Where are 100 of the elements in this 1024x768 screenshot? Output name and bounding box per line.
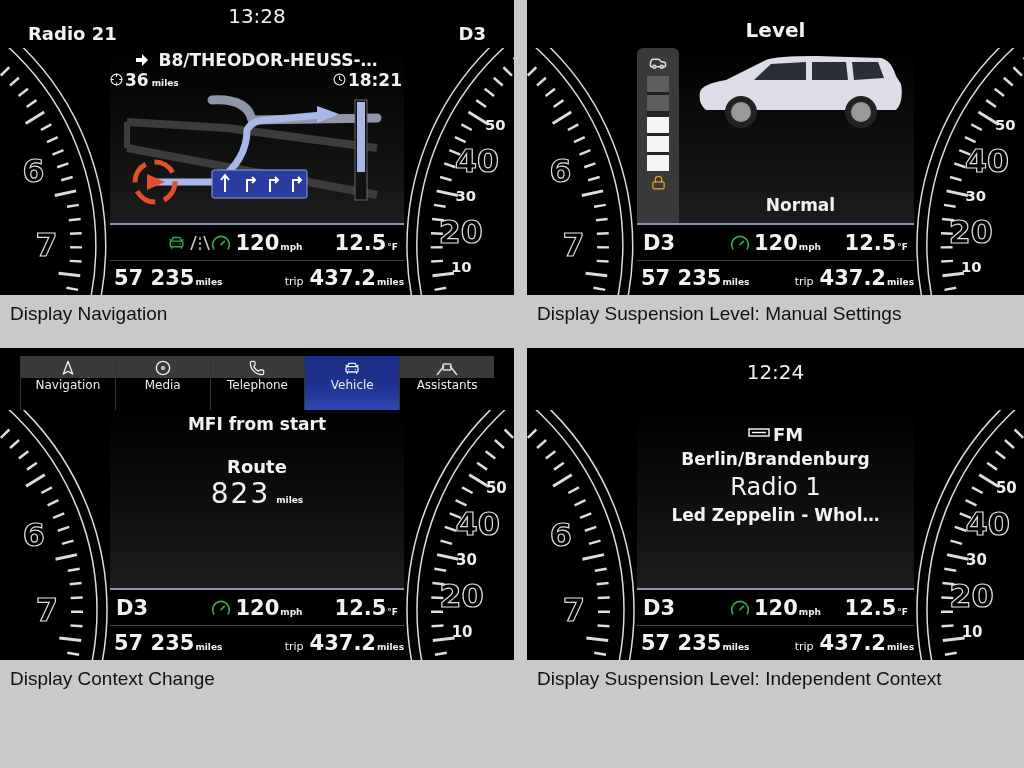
speedometer-number: 30 [965, 187, 987, 205]
radio-source: FM [772, 424, 804, 445]
temperature-unit: °F [897, 606, 908, 617]
odometer-value: 57 235 [641, 631, 722, 655]
car-icon [344, 360, 361, 376]
lock-icon [650, 175, 666, 190]
speed-value: 120 [753, 230, 798, 255]
trip-unit: miles [377, 642, 404, 652]
gear-indicator: D3 [458, 23, 486, 46]
tachometer-number: 7 [562, 591, 586, 629]
speed-value: 120 [753, 595, 798, 620]
speedometer-number: 40 [455, 505, 501, 543]
destination-icon [110, 73, 123, 86]
speed-unit: mph [798, 241, 822, 252]
speedometer-number: 10 [961, 623, 983, 641]
radio-station: Radio 21 [28, 23, 117, 46]
trip-value: 437.2 [309, 631, 376, 655]
tachometer-number: 6 [549, 153, 572, 190]
speedometer-number: 10 [961, 258, 982, 276]
menu-tab[interactable]: Navigation [20, 356, 115, 410]
route-unit: miles [276, 495, 304, 505]
menu-tab[interactable]: Telephone [209, 356, 305, 410]
menu-tab[interactable]: Media [114, 356, 210, 410]
odometer-value: 57 235 [114, 266, 195, 290]
odometer-value: 57 235 [641, 266, 722, 290]
temperature-value: 12.5 [334, 595, 387, 620]
trip-unit: miles [377, 277, 404, 287]
clock-icon [332, 73, 346, 86]
route-value: 823 [210, 477, 271, 510]
station-name: Radio 1 [730, 473, 821, 501]
arrival-time: 18:21 [347, 70, 402, 90]
track-title: Led Zeppelin - Whol… [671, 505, 880, 525]
tachometer-number: 7 [562, 227, 585, 264]
odometer-unit: miles [195, 277, 223, 287]
speedometer-number: 40 [965, 505, 1011, 543]
tachometer-number: 6 [22, 516, 46, 554]
speedometer-number: 40 [964, 142, 1009, 179]
speedometer-number: 10 [451, 258, 472, 276]
figure-caption: Display Context Change [9, 667, 216, 691]
speedometer-number: 30 [456, 551, 477, 569]
speedometer-number: 20 [949, 577, 994, 615]
trip-unit: miles [887, 642, 914, 652]
speedometer-number: 10 [451, 623, 473, 641]
trip-unit: miles [887, 277, 914, 287]
trip-label: trip [284, 640, 304, 653]
street-name: B8/THEODOR-HEUSS-… [158, 50, 378, 70]
gear-indicator: D3 [643, 595, 677, 620]
odometer-value: 57 235 [114, 631, 195, 655]
speedometer-number: 30 [455, 187, 477, 205]
figure-caption: Display Suspension Level: Manual Settings [536, 302, 903, 326]
trip-value: 437.2 [819, 631, 886, 655]
trip-label: trip [794, 275, 814, 288]
tachometer-number: 6 [22, 153, 45, 190]
temperature-unit: °F [897, 241, 908, 252]
speed-unit: mph [280, 241, 303, 252]
gear-indicator: D3 [643, 230, 677, 255]
temperature-value: 12.5 [334, 230, 387, 255]
speed-unit: mph [798, 606, 822, 617]
speedometer-number: 20 [439, 577, 484, 615]
radio-region: Berlin/Brandenburg [681, 449, 870, 469]
trip-value: 437.2 [309, 266, 376, 290]
turn-arrow-icon [136, 54, 149, 66]
phone-icon [249, 360, 266, 376]
screen-title: MFI from start [187, 414, 327, 434]
clock-time: 13:28 [228, 3, 286, 28]
suspension-mode: Normal [765, 195, 836, 215]
lane-icon [189, 234, 212, 251]
speedometer-number: 50 [994, 116, 1016, 133]
speed-value: 120 [235, 230, 280, 255]
distance-unit: miles [151, 78, 179, 88]
tachometer-number: 7 [35, 227, 58, 264]
odometer-unit: miles [722, 642, 750, 652]
speedometer-number: 50 [485, 479, 507, 497]
route-label: Route [227, 456, 287, 477]
speedometer-number: 40 [454, 142, 499, 179]
gear-indicator: D3 [116, 595, 150, 620]
figure-caption: Display Suspension Level: Independent Context [536, 667, 943, 691]
disc-icon [154, 360, 171, 376]
speedometer-number: 20 [948, 213, 993, 250]
temperature-unit: °F [387, 606, 398, 617]
tachometer-number: 6 [549, 516, 573, 554]
speed-unit: mph [280, 606, 303, 617]
radio-icon [747, 428, 770, 437]
temperature-unit: °F [387, 241, 398, 252]
temperature-value: 12.5 [844, 595, 897, 620]
figure-caption: Display Navigation [9, 302, 169, 326]
speed-value: 120 [235, 595, 280, 620]
speedometer-number: 30 [966, 551, 987, 569]
menu-tab[interactable]: Vehicle [304, 356, 400, 410]
road-car-icon [436, 360, 459, 376]
temperature-value: 12.5 [844, 230, 897, 255]
odometer-unit: miles [722, 277, 750, 287]
screen-title: Level [745, 17, 806, 42]
odometer-unit: miles [195, 642, 223, 652]
trip-value: 437.2 [819, 266, 886, 290]
trip-label: trip [284, 275, 304, 288]
tachometer-number: 7 [35, 591, 59, 629]
car-assist-icon [168, 234, 186, 251]
trip-label: trip [794, 640, 814, 653]
menu-tab[interactable]: Assistants [399, 356, 494, 410]
